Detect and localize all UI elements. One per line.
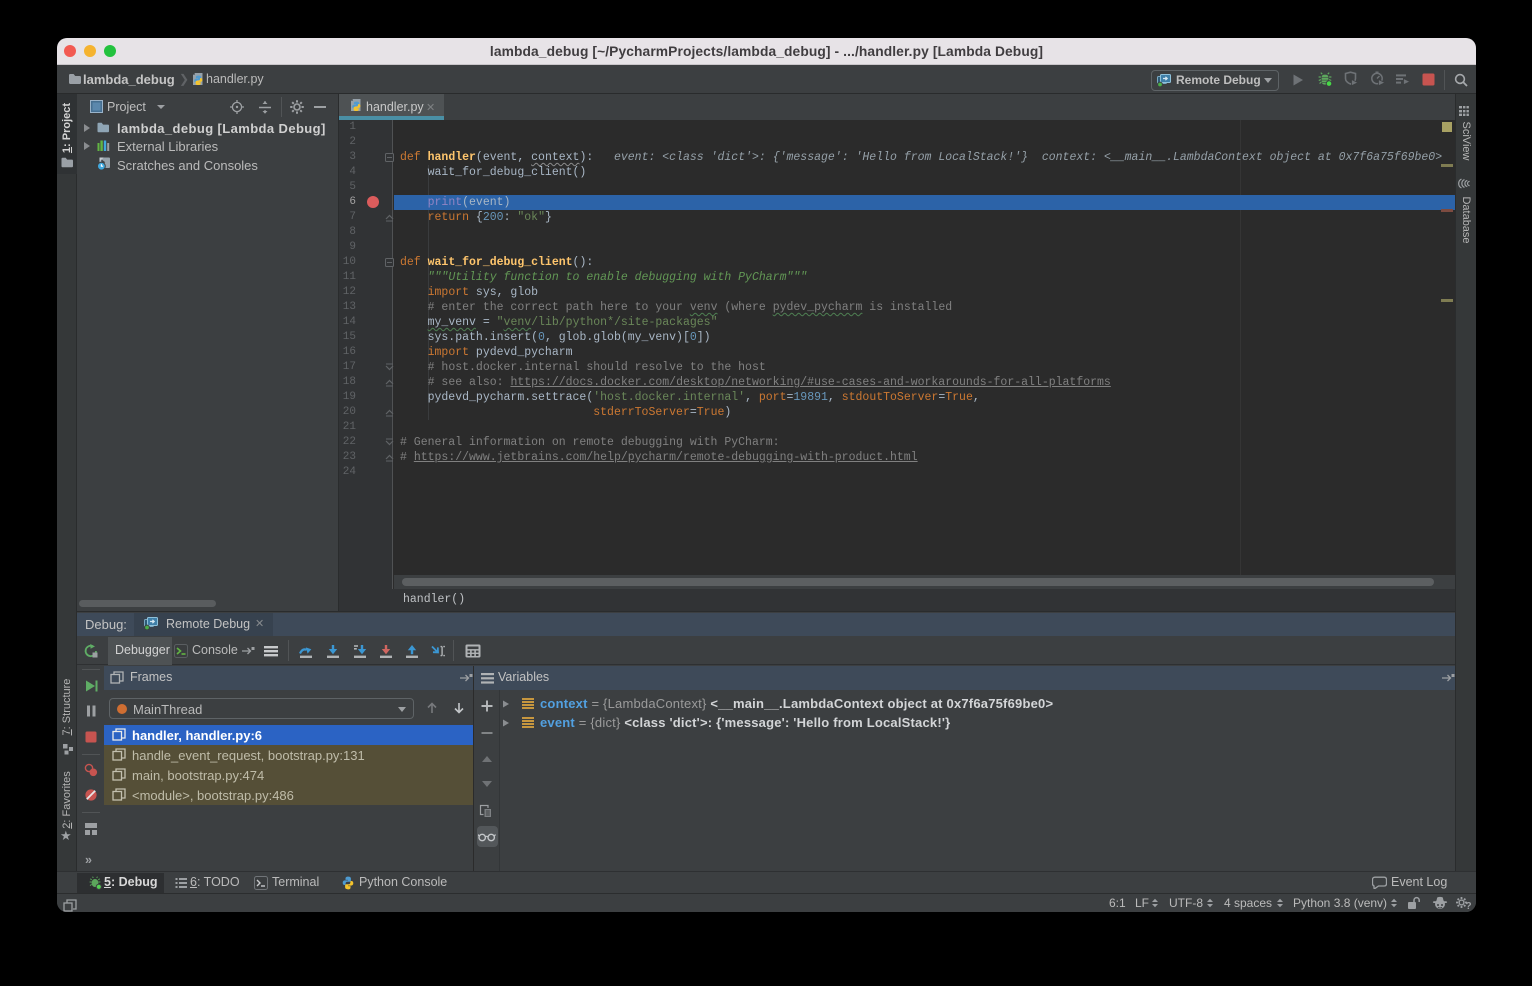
svg-text:?: ?	[1466, 901, 1472, 910]
